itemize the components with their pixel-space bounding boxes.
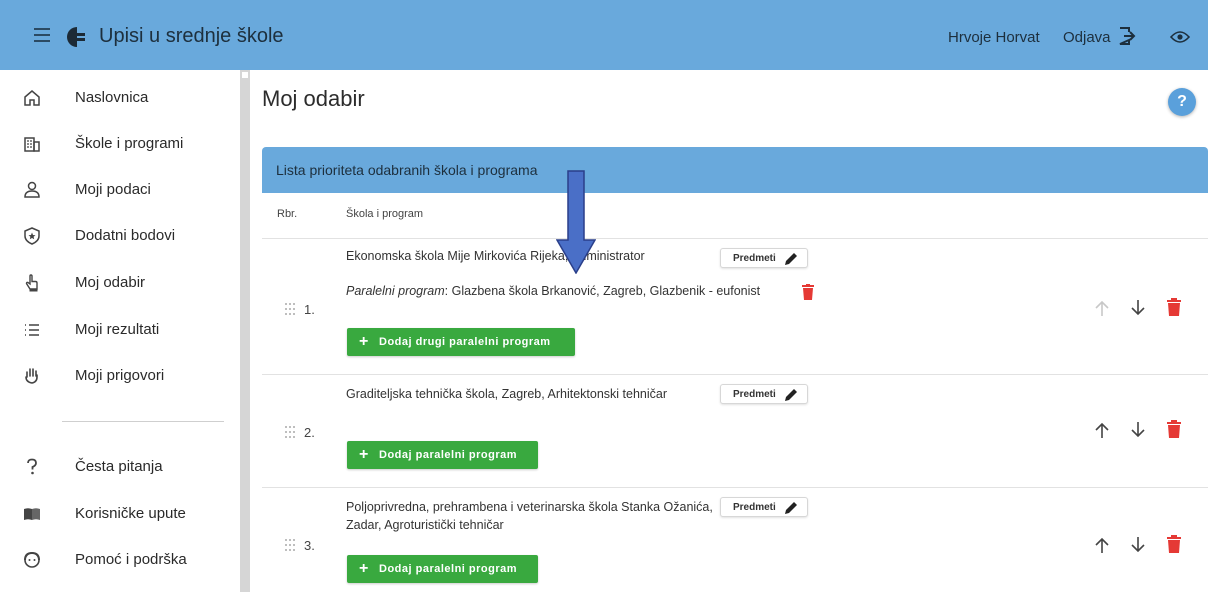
button-label: Dodaj paralelni program: [379, 449, 518, 461]
sidebar-scrollbar[interactable]: [240, 70, 250, 592]
help-button[interactable]: ?: [1168, 88, 1196, 116]
card-header: Lista prioriteta odabranih škola i progr…: [262, 147, 1208, 193]
pencil-icon: [785, 253, 797, 265]
question-icon: [27, 458, 37, 475]
star-shield-icon: [24, 227, 40, 245]
annotation-arrow-icon: [556, 170, 596, 274]
column-header-rbr: Rbr.: [277, 208, 298, 220]
sidebar-item-label: Moji podaci: [75, 181, 151, 198]
sidebar-item-label: Korisničke upute: [75, 505, 186, 522]
hand-icon: [25, 368, 38, 384]
parallel-program-label: Paralelni program: [346, 284, 445, 298]
logout-link[interactable]: Odjava: [1063, 29, 1111, 46]
sidebar-item-label: Moj odabir: [75, 274, 146, 291]
sidebar-item-moji-rezultati[interactable]: Moji rezultati: [0, 310, 240, 350]
app-title: Upisi u srednje škole: [99, 25, 284, 47]
column-header-skola: Škola i program: [346, 208, 424, 220]
parallel-program: Paralelni program: Glazbena škola Brkano…: [346, 284, 760, 298]
move-up-icon[interactable]: [1094, 536, 1110, 554]
sidebar-item-skole[interactable]: Škole i programi: [0, 124, 240, 164]
sidebar-item-label: Pomoć i podrška: [75, 551, 187, 568]
home-icon: [24, 90, 40, 106]
sidebar-item-moj-odabir[interactable]: Moj odabir: [0, 263, 240, 303]
add-parallel-button[interactable]: + Dodaj paralelni program: [347, 441, 538, 469]
sidebar-item-label: Dodatni bodovi: [75, 227, 176, 244]
predmeti-label: Predmeti: [733, 389, 776, 400]
user-name: Hrvoje Horvat: [948, 29, 1040, 46]
delete-icon[interactable]: [1166, 420, 1182, 438]
sidebar-item-label: Česta pitanja: [75, 458, 163, 475]
predmeti-button[interactable]: Predmeti: [720, 384, 808, 404]
sidebar-divider: [62, 421, 224, 422]
user-icon: [24, 181, 40, 198]
hamburger-menu-icon[interactable]: [34, 28, 50, 42]
move-down-icon[interactable]: [1130, 536, 1146, 554]
move-down-icon[interactable]: [1130, 421, 1146, 439]
sidebar-item-label: Moji prigovori: [75, 367, 165, 384]
school-program: Ekonomska škola Mije Mirkovića Rijeka, A…: [346, 249, 645, 263]
sidebar-item-korisnicke-upute[interactable]: Korisničke upute: [0, 494, 240, 534]
parallel-program-value: : Glazbena škola Brkanović, Zagreb, Glaz…: [444, 284, 761, 298]
book-icon: [24, 508, 40, 520]
sidebar-item-cesta-pitanja[interactable]: Česta pitanja: [0, 447, 240, 487]
predmeti-label: Predmeti: [733, 253, 776, 264]
school-program: Poljoprivredna, prehrambena i veterinars…: [346, 500, 713, 532]
divider: [262, 238, 1208, 239]
pencil-icon: [785, 389, 797, 401]
sidebar-item-naslovnica[interactable]: Naslovnica: [0, 78, 240, 118]
row-number: 3.: [304, 538, 315, 553]
sidebar-item-moji-podaci[interactable]: Moji podaci: [0, 170, 240, 210]
delete-icon[interactable]: [1166, 298, 1182, 316]
sidebar-item-dodatni-bodovi[interactable]: Dodatni bodovi: [0, 216, 240, 256]
add-second-parallel-button[interactable]: + Dodaj drugi paralelni program: [347, 328, 575, 356]
card-title: Lista prioriteta odabranih škola i progr…: [276, 162, 538, 178]
logout-icon[interactable]: [1118, 26, 1136, 46]
app-logo: [67, 27, 85, 47]
move-up-icon[interactable]: [1094, 299, 1110, 317]
row-number: 1.: [304, 302, 315, 317]
scrollbar-up-arrow[interactable]: [242, 72, 248, 78]
sidebar-item-label: Škole i programi: [75, 135, 184, 152]
divider: [262, 374, 1208, 375]
button-label: Dodaj paralelni program: [379, 563, 518, 575]
building-icon: [24, 137, 40, 152]
predmeti-button[interactable]: Predmeti: [720, 497, 808, 517]
sidebar-item-pomoc-podrska[interactable]: Pomoć i podrška: [0, 540, 240, 580]
divider: [262, 487, 1208, 488]
support-icon: [24, 551, 40, 568]
drag-handle-icon[interactable]: [284, 425, 296, 439]
sidebar-item-moji-prigovori[interactable]: Moji prigovori: [0, 356, 240, 396]
move-down-icon[interactable]: [1130, 299, 1146, 317]
hand-pointer-icon: [25, 274, 38, 292]
row-number: 2.: [304, 425, 315, 440]
plus-icon: +: [359, 560, 369, 577]
predmeti-button[interactable]: Predmeti: [720, 248, 808, 268]
sidebar-item-label: Naslovnica: [75, 89, 149, 106]
top-bar: Upisi u srednje škole Hrvoje Horvat Odja…: [0, 0, 1208, 70]
add-parallel-button[interactable]: + Dodaj paralelni program: [347, 555, 538, 583]
plus-icon: +: [359, 446, 369, 463]
pencil-icon: [785, 502, 797, 514]
drag-handle-icon[interactable]: [284, 302, 296, 316]
page-title: Moj odabir: [262, 86, 365, 111]
delete-icon[interactable]: [1166, 535, 1182, 553]
delete-parallel-icon[interactable]: [802, 284, 814, 300]
drag-handle-icon[interactable]: [284, 538, 296, 552]
school-program: Graditeljska tehnička škola, Zagreb, Arh…: [346, 387, 667, 401]
predmeti-label: Predmeti: [733, 502, 776, 513]
button-label: Dodaj drugi paralelni program: [379, 336, 551, 348]
plus-icon: +: [359, 333, 369, 350]
move-up-icon[interactable]: [1094, 421, 1110, 439]
eye-icon[interactable]: [1170, 30, 1190, 44]
sidebar-item-label: Moji rezultati: [75, 321, 160, 338]
list-icon: [25, 324, 39, 336]
